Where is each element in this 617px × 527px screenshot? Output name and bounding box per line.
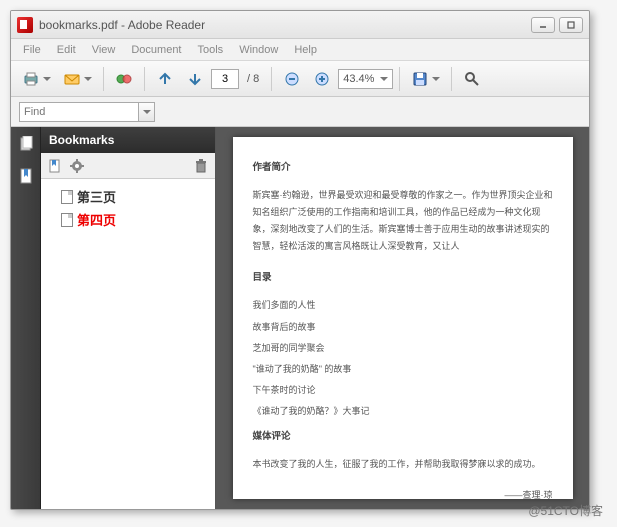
bookmarks-header: Bookmarks: [41, 127, 215, 153]
document-viewport[interactable]: 作者简介 斯宾塞·约翰逊，世界最受欢迎和最受尊敬的作家之一。作为世界顶尖企业和知…: [216, 127, 589, 509]
maximize-button[interactable]: [559, 17, 583, 33]
separator: [103, 67, 104, 91]
toc-line: 下午茶时的讨论: [253, 382, 553, 399]
bookmark-label: 第四页: [77, 210, 116, 229]
menu-edit[interactable]: Edit: [49, 42, 84, 58]
search-button[interactable]: [458, 66, 486, 92]
bookmarks-panel: Bookmarks 第三页 第四页: [41, 127, 216, 509]
toc-line: 我们多面的人性: [253, 297, 553, 314]
page-total-label: / 8: [247, 73, 259, 85]
menu-bar: File Edit View Document Tools Window Hel…: [11, 39, 589, 61]
pages-panel-icon[interactable]: [17, 135, 35, 153]
menu-tools[interactable]: Tools: [190, 42, 232, 58]
page-icon: [61, 190, 73, 204]
options-gear-icon[interactable]: [69, 158, 85, 174]
zoom-in-button[interactable]: [308, 66, 336, 92]
toc-line: 故事背后的故事: [253, 319, 553, 336]
bookmark-tree: 第三页 第四页: [41, 179, 215, 237]
new-bookmark-icon[interactable]: [47, 158, 63, 174]
separator: [399, 67, 400, 91]
minimize-button[interactable]: [531, 17, 555, 33]
bookmarks-panel-icon[interactable]: [17, 167, 35, 185]
save-button[interactable]: [406, 66, 445, 92]
page-icon: [61, 213, 73, 227]
separator: [144, 67, 145, 91]
collab-button[interactable]: [110, 66, 138, 92]
window-controls: [531, 17, 583, 33]
menu-window[interactable]: Window: [231, 42, 286, 58]
window-title: bookmarks.pdf - Adobe Reader: [39, 18, 531, 32]
title-bar: bookmarks.pdf - Adobe Reader: [11, 11, 589, 39]
menu-document[interactable]: Document: [123, 42, 189, 58]
main-toolbar: / 8 43.4%: [11, 61, 589, 97]
bookmark-item[interactable]: 第四页: [45, 208, 211, 231]
bookmarks-toolbar: [41, 153, 215, 179]
signature-line: ——查理·琼: [253, 487, 553, 504]
prev-page-button[interactable]: [151, 66, 179, 92]
bookmark-item[interactable]: 第三页: [45, 185, 211, 208]
separator: [271, 67, 272, 91]
separator: [451, 67, 452, 91]
zoom-level-select[interactable]: 43.4%: [338, 69, 393, 89]
trash-icon[interactable]: [193, 158, 209, 174]
print-button[interactable]: [17, 66, 56, 92]
pdf-page: 作者简介 斯宾塞·约翰逊，世界最受欢迎和最受尊敬的作家之一。作为世界顶尖企业和知…: [233, 137, 573, 499]
nav-strip: [11, 127, 41, 509]
section-heading: 作者简介: [253, 159, 553, 177]
zoom-value: 43.4%: [343, 73, 374, 85]
body-text: 斯宾塞·约翰逊，世界最受欢迎和最受尊敬的作家之一。作为世界顶尖企业和知名组织广泛…: [253, 187, 553, 255]
menu-help[interactable]: Help: [286, 42, 325, 58]
body-text: 本书改变了我的人生，征服了我的工作，并帮助我取得梦寐以求的成功。: [253, 456, 553, 473]
app-window: bookmarks.pdf - Adobe Reader File Edit V…: [10, 10, 590, 510]
email-button[interactable]: [58, 66, 97, 92]
section-heading: 目录: [253, 269, 553, 287]
content-area: Bookmarks 第三页 第四页 作者简介 斯: [11, 127, 589, 509]
find-bar: [11, 97, 589, 127]
pdf-file-icon: [17, 17, 33, 33]
bookmark-label: 第三页: [77, 187, 116, 206]
toc-line: 芝加哥的同学聚会: [253, 340, 553, 357]
next-page-button[interactable]: [181, 66, 209, 92]
toc-line: 《谁动了我的奶酪？》大事记: [253, 403, 553, 420]
menu-file[interactable]: File: [15, 42, 49, 58]
menu-view[interactable]: View: [84, 42, 124, 58]
section-heading: 媒体评论: [253, 428, 553, 446]
find-options-dropdown[interactable]: [139, 102, 155, 122]
toc-line: "谁动了我的奶酪" 的故事: [253, 361, 553, 378]
find-input[interactable]: [19, 102, 139, 122]
page-number-input[interactable]: [211, 69, 239, 89]
zoom-out-button[interactable]: [278, 66, 306, 92]
watermark: @51CTO博客: [528, 502, 603, 519]
